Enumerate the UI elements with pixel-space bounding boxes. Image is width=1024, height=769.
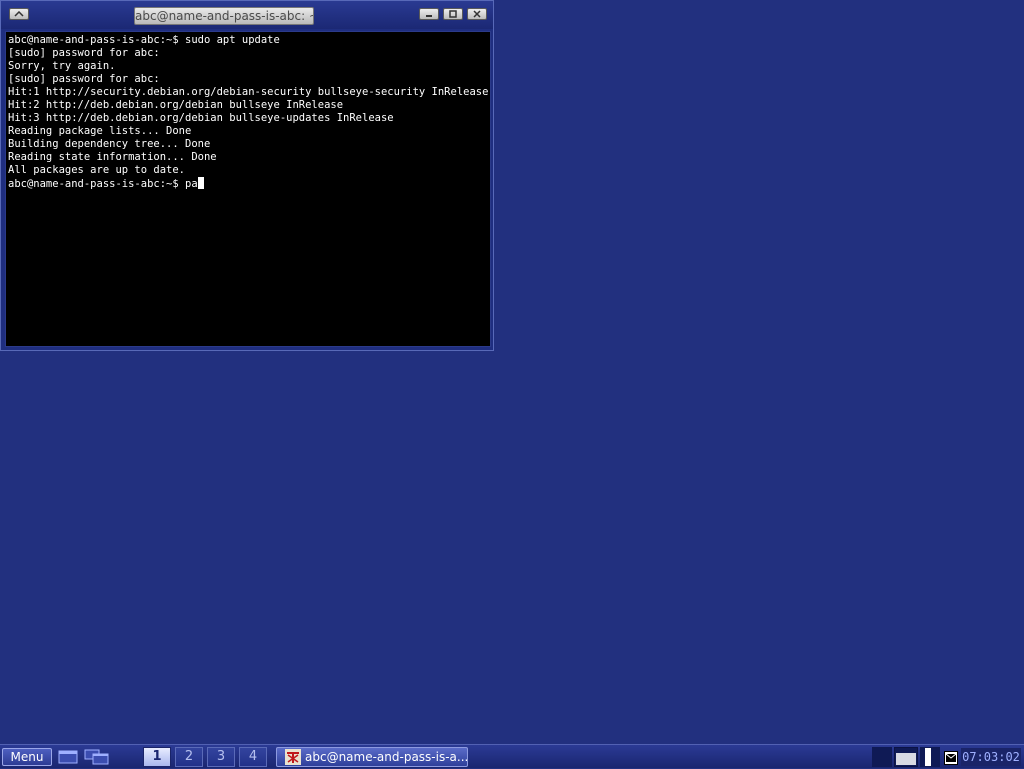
minimize-button[interactable] bbox=[419, 8, 439, 20]
terminal-line: abc@name-and-pass-is-abc:~$ sudo apt upd… bbox=[8, 34, 280, 46]
show-desktop-icon[interactable] bbox=[58, 749, 78, 769]
terminal-app-icon bbox=[285, 749, 301, 766]
desktop-4-button[interactable]: 4 bbox=[239, 747, 267, 767]
taskbar-window-button[interactable]: abc@name-and-pass-is-a... bbox=[276, 747, 468, 767]
terminal-line: Sorry, try again. bbox=[8, 60, 116, 72]
terminal-line: [sudo] password for abc: bbox=[8, 73, 160, 85]
desktop-3-button[interactable]: 3 bbox=[207, 747, 235, 767]
terminal-line: Reading state information... Done bbox=[8, 151, 217, 163]
window-menu-button[interactable] bbox=[9, 8, 29, 20]
desktop-2-button[interactable]: 2 bbox=[175, 747, 203, 767]
taskbar-window-label: abc@name-and-pass-is-a... bbox=[305, 750, 468, 764]
cpu-monitor bbox=[872, 747, 892, 767]
menu-button[interactable]: Menu bbox=[2, 748, 52, 766]
window-list-icon[interactable] bbox=[84, 749, 110, 769]
close-icon bbox=[473, 10, 481, 18]
terminal-line: Building dependency tree... Done bbox=[8, 138, 211, 150]
taskbar: Menu 1 2 3 4 abc@name-and-pass-is-a... 0… bbox=[0, 744, 1024, 768]
terminal-area[interactable]: abc@name-and-pass-is-abc:~$ sudo apt upd… bbox=[5, 31, 491, 347]
terminal-line: [sudo] password for abc: bbox=[8, 47, 160, 59]
mail-icon[interactable] bbox=[944, 750, 958, 769]
close-button[interactable] bbox=[467, 8, 487, 20]
terminal-prompt-line[interactable]: abc@name-and-pass-is-abc:~$ pa bbox=[8, 177, 490, 190]
desktop-1-button[interactable]: 1 bbox=[143, 747, 171, 767]
maximize-icon bbox=[449, 10, 457, 18]
terminal-cursor bbox=[197, 177, 204, 189]
terminal-line: Hit:3 http://deb.debian.org/debian bulls… bbox=[8, 112, 394, 124]
minimize-icon bbox=[426, 15, 432, 17]
terminal-line: Hit:1 http://security.debian.org/debian-… bbox=[8, 86, 489, 98]
maximize-button[interactable] bbox=[443, 8, 463, 20]
memory-monitor bbox=[894, 747, 918, 767]
terminal-window[interactable]: abc@name-and-pass-is-abc: ~ abc@name-and… bbox=[0, 0, 494, 351]
title-bar[interactable]: abc@name-and-pass-is-abc: ~ bbox=[1, 1, 493, 29]
window-title: abc@name-and-pass-is-abc: ~ bbox=[134, 7, 314, 25]
chevron-up-icon bbox=[14, 11, 24, 17]
terminal-line: All packages are up to date. bbox=[8, 164, 186, 176]
terminal-output: abc@name-and-pass-is-abc:~$ sudo apt upd… bbox=[6, 32, 490, 190]
terminal-line: Reading package lists... Done bbox=[8, 125, 192, 137]
terminal-line: Hit:2 http://deb.debian.org/debian bulls… bbox=[8, 99, 344, 111]
terminal-prompt-text: abc@name-and-pass-is-abc:~$ pa bbox=[8, 178, 198, 190]
swap-monitor bbox=[920, 747, 940, 767]
clock[interactable]: 07:03:02 bbox=[961, 748, 1021, 766]
